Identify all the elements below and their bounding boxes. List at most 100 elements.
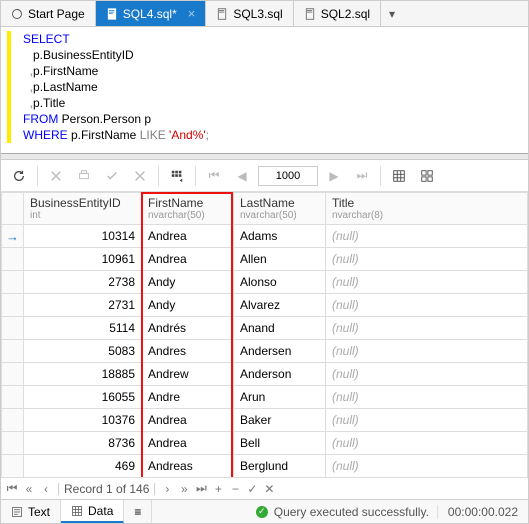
results-grid[interactable]: BusinessEntityIDint FirstNamenvarchar(50… xyxy=(1,192,528,477)
cell-title[interactable]: (null) xyxy=(326,340,528,363)
prev-page-button[interactable]: ◀ xyxy=(230,164,254,188)
cancel-button[interactable] xyxy=(44,164,68,188)
col-header-lastname[interactable]: LastNamenvarchar(50) xyxy=(234,193,326,225)
col-header-firstname[interactable]: FirstNamenvarchar(50) xyxy=(142,193,234,225)
refresh-button[interactable] xyxy=(7,164,31,188)
table-row[interactable]: 469AndreasBerglund(null) xyxy=(2,455,528,478)
nav-last-button[interactable]: ⏭ xyxy=(194,481,208,496)
tab-start-page[interactable]: Start Page xyxy=(1,1,96,26)
nav-prev-button[interactable]: ‹ xyxy=(39,482,53,496)
tab-sql3[interactable]: SQL3.sql xyxy=(206,1,293,26)
nav-commit-button[interactable]: ✓ xyxy=(245,482,259,496)
cell-firstname[interactable]: Andreas xyxy=(142,455,234,478)
nav-prev-page-button[interactable]: « xyxy=(22,482,36,496)
cell-id[interactable]: 2738 xyxy=(24,271,142,294)
rollback-button[interactable] xyxy=(128,164,152,188)
sql-file-icon xyxy=(106,8,118,20)
table-row[interactable]: 2731AndyAlvarez(null) xyxy=(2,294,528,317)
grid-options-button[interactable] xyxy=(165,164,189,188)
cell-title[interactable]: (null) xyxy=(326,225,528,248)
table-row[interactable]: 10961AndreaAllen(null) xyxy=(2,248,528,271)
close-icon[interactable]: × xyxy=(188,6,196,21)
table-row[interactable]: 10376AndreaBaker(null) xyxy=(2,409,528,432)
col-header-id[interactable]: BusinessEntityIDint xyxy=(24,193,142,225)
cell-firstname[interactable]: Andy xyxy=(142,271,234,294)
cell-firstname[interactable]: Andre xyxy=(142,386,234,409)
cell-title[interactable]: (null) xyxy=(326,271,528,294)
cell-lastname[interactable]: Arun xyxy=(234,386,326,409)
cell-lastname[interactable]: Adams xyxy=(234,225,326,248)
cell-id[interactable]: 2731 xyxy=(24,294,142,317)
cell-id[interactable]: 10376 xyxy=(24,409,142,432)
sql-editor[interactable]: SELECT p.BusinessEntityID ,p.FirstName ,… xyxy=(1,27,528,154)
tab-overflow-dropdown[interactable]: ▾ xyxy=(381,1,403,26)
next-page-button[interactable]: ▶ xyxy=(322,164,346,188)
cell-firstname[interactable]: Andrea xyxy=(142,432,234,455)
tab-label: SQL4.sql* xyxy=(123,7,177,21)
print-button[interactable] xyxy=(72,164,96,188)
nav-cancel-button[interactable]: ✕ xyxy=(262,482,276,496)
grid-view-button[interactable] xyxy=(387,164,411,188)
cell-id[interactable]: 10314 xyxy=(24,225,142,248)
menu-dropdown-button[interactable]: ≡ xyxy=(124,500,152,523)
text-tab[interactable]: Text xyxy=(1,500,61,523)
nav-add-button[interactable]: + xyxy=(211,482,225,496)
cell-lastname[interactable]: Allen xyxy=(234,248,326,271)
cell-title[interactable]: (null) xyxy=(326,386,528,409)
row-indicator xyxy=(2,271,24,294)
cell-title[interactable]: (null) xyxy=(326,294,528,317)
record-navigator: ⏮ « ‹ Record 1 of 146 › » ⏭ + − ✓ ✕ xyxy=(1,477,528,499)
cell-title[interactable]: (null) xyxy=(326,248,528,271)
commit-button[interactable] xyxy=(100,164,124,188)
cell-id[interactable]: 5083 xyxy=(24,340,142,363)
first-page-button[interactable]: ⏮ xyxy=(202,164,226,188)
cell-lastname[interactable]: Berglund xyxy=(234,455,326,478)
page-size-input[interactable] xyxy=(258,166,318,186)
nav-next-page-button[interactable]: » xyxy=(177,482,191,496)
table-row[interactable]: 16055AndreArun(null) xyxy=(2,386,528,409)
row-indicator xyxy=(2,455,24,478)
cell-id[interactable]: 16055 xyxy=(24,386,142,409)
cell-title[interactable]: (null) xyxy=(326,409,528,432)
cell-lastname[interactable]: Alvarez xyxy=(234,294,326,317)
cell-firstname[interactable]: Andrew xyxy=(142,363,234,386)
table-row[interactable]: 5114AndrésAnand(null) xyxy=(2,317,528,340)
table-row[interactable]: →10314AndreaAdams(null) xyxy=(2,225,528,248)
card-view-button[interactable] xyxy=(415,164,439,188)
cell-firstname[interactable]: Andrea xyxy=(142,409,234,432)
cell-firstname[interactable]: Andrea xyxy=(142,248,234,271)
table-row[interactable]: 18885AndrewAnderson(null) xyxy=(2,363,528,386)
cell-id[interactable]: 18885 xyxy=(24,363,142,386)
cell-id[interactable]: 10961 xyxy=(24,248,142,271)
table-row[interactable]: 5083AndresAndersen(null) xyxy=(2,340,528,363)
tab-sql2[interactable]: SQL2.sql xyxy=(294,1,381,26)
cell-firstname[interactable]: Andrea xyxy=(142,225,234,248)
cell-lastname[interactable]: Anand xyxy=(234,317,326,340)
table-row[interactable]: 2738AndyAlonso(null) xyxy=(2,271,528,294)
data-tab[interactable]: Data xyxy=(61,500,124,523)
nav-remove-button[interactable]: − xyxy=(228,482,242,496)
cell-title[interactable]: (null) xyxy=(326,455,528,478)
cell-title[interactable]: (null) xyxy=(326,317,528,340)
cell-id[interactable]: 8736 xyxy=(24,432,142,455)
cell-id[interactable]: 469 xyxy=(24,455,142,478)
row-indicator xyxy=(2,363,24,386)
editor-tabs: Start Page SQL4.sql* × SQL3.sql SQL2.sql… xyxy=(1,1,528,27)
cell-lastname[interactable]: Bell xyxy=(234,432,326,455)
cell-firstname[interactable]: Andres xyxy=(142,340,234,363)
cell-id[interactable]: 5114 xyxy=(24,317,142,340)
nav-next-button[interactable]: › xyxy=(160,482,174,496)
tab-sql4[interactable]: SQL4.sql* × xyxy=(96,1,207,26)
col-header-title[interactable]: Titlenvarchar(8) xyxy=(326,193,528,225)
cell-firstname[interactable]: Andrés xyxy=(142,317,234,340)
cell-lastname[interactable]: Andersen xyxy=(234,340,326,363)
table-row[interactable]: 8736AndreaBell(null) xyxy=(2,432,528,455)
cell-title[interactable]: (null) xyxy=(326,363,528,386)
nav-first-button[interactable]: ⏮ xyxy=(5,481,19,496)
cell-lastname[interactable]: Alonso xyxy=(234,271,326,294)
cell-lastname[interactable]: Anderson xyxy=(234,363,326,386)
cell-firstname[interactable]: Andy xyxy=(142,294,234,317)
cell-lastname[interactable]: Baker xyxy=(234,409,326,432)
cell-title[interactable]: (null) xyxy=(326,432,528,455)
last-page-button[interactable]: ⏭ xyxy=(350,164,374,188)
